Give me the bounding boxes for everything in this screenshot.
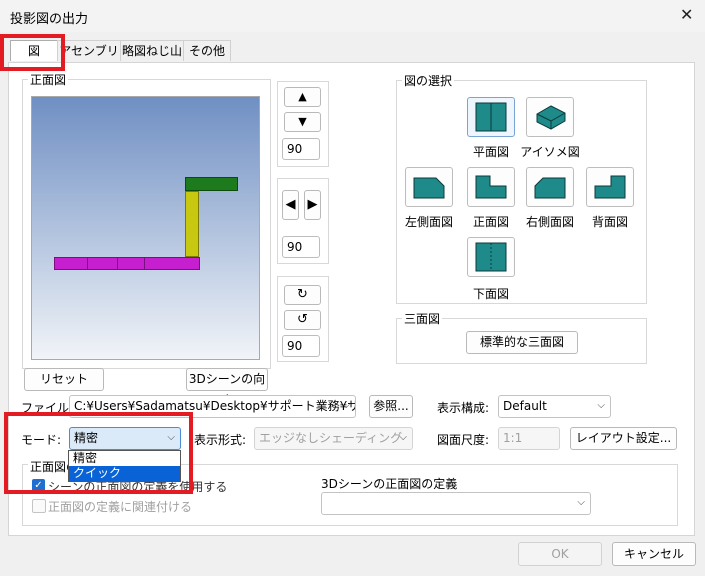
left-view-icon: [413, 177, 445, 199]
scale-input[interactable]: 1:1: [498, 427, 560, 450]
file-value: C:¥Users¥Sadamatsu¥Desktop¥サポート業務¥サンプル: [74, 399, 355, 413]
reset-button[interactable]: リセット: [24, 368, 104, 391]
layout-settings-button[interactable]: レイアウト設定...: [570, 427, 677, 450]
associate-def-checkbox[interactable]: [32, 499, 46, 513]
rotate-down-icon[interactable]: ▼: [284, 112, 321, 132]
yellow-part: [185, 191, 199, 257]
display-config-combo[interactable]: Default ⌵: [498, 395, 611, 418]
iso-view-button[interactable]: [526, 97, 574, 137]
green-part: [185, 177, 238, 191]
highlight-box-tab: [0, 34, 65, 71]
magenta-divider: [144, 257, 145, 270]
spin-rotate-input[interactable]: 90: [282, 335, 320, 357]
chevron-down-icon: ⌵: [342, 400, 350, 411]
title-bar: [0, 0, 705, 32]
back-view-icon: [594, 175, 626, 199]
scene-direction-button[interactable]: 3Dシーンの向き: [186, 368, 268, 407]
view-select-label: 図の選択: [402, 72, 455, 89]
iso-view-label: アイソメ図: [520, 145, 580, 159]
ok-button[interactable]: OK: [518, 542, 602, 566]
rotate-ccw-icon[interactable]: ↺: [284, 310, 321, 330]
tab-other[interactable]: その他: [183, 40, 231, 61]
top-view-icon: [475, 102, 507, 132]
front-view-label: 正面図: [28, 71, 69, 88]
right-view-button[interactable]: [526, 167, 574, 207]
scene-def-label: 3Dシーンの正面図の定義: [321, 477, 458, 491]
display-config-value: Default: [503, 399, 547, 413]
display-config-label: 表示構成:: [437, 401, 490, 415]
chevron-down-icon: ⌵: [399, 432, 407, 443]
iso-view-icon: [536, 105, 566, 130]
associate-def-label: 正面図の定義に関連付ける: [48, 500, 193, 514]
top-view-button[interactable]: [467, 97, 515, 137]
cancel-button[interactable]: キャンセル: [612, 542, 696, 566]
display-format-label: 表示形式:: [194, 433, 247, 447]
scale-label: 図面尺度:: [437, 433, 490, 447]
bottom-view-icon: [475, 242, 507, 272]
window-title: 投影図の出力: [10, 12, 89, 27]
magenta-divider: [87, 257, 88, 270]
scene-def-combo[interactable]: ⌵: [321, 492, 591, 515]
display-format-combo[interactable]: エッジなしシェーディング ⌵: [254, 427, 413, 450]
chevron-down-icon: ⌵: [577, 497, 585, 508]
rotate-left-icon[interactable]: ◀: [282, 190, 299, 220]
front-view-icon: [475, 175, 507, 199]
magenta-divider: [117, 257, 118, 270]
close-icon[interactable]: ✕: [680, 5, 693, 24]
horizontal-rotate-input[interactable]: 90: [282, 236, 320, 258]
tab-thread[interactable]: 略図ねじ山: [120, 40, 184, 61]
right-view-icon: [534, 177, 566, 199]
left-view-button[interactable]: [405, 167, 453, 207]
back-view-label: 背面図: [591, 215, 628, 229]
front-view-button[interactable]: [467, 167, 515, 207]
preview-canvas: [31, 96, 260, 360]
three-view-label: 三面図: [402, 310, 443, 327]
standard-three-view-button[interactable]: 標準的な三面図: [466, 331, 578, 354]
rotate-cw-icon[interactable]: ↻: [284, 285, 321, 305]
bottom-view-label: 下面図: [472, 287, 509, 301]
vertical-rotate-input[interactable]: 90: [282, 138, 320, 160]
display-format-value: エッジなしシェーディング: [259, 431, 403, 445]
bottom-view-button[interactable]: [467, 237, 515, 277]
magenta-part: [54, 257, 200, 270]
rotate-right-icon[interactable]: ▶: [304, 190, 321, 220]
rotate-up-icon[interactable]: ▲: [284, 87, 321, 107]
left-view-label: 左側面図: [404, 215, 453, 229]
highlight-box-mode: [4, 412, 193, 494]
chevron-down-icon: ⌵: [597, 400, 605, 411]
back-view-button[interactable]: [586, 167, 634, 207]
browse-button[interactable]: 参照...: [369, 395, 413, 418]
tab-assembly[interactable]: アセンブリ: [57, 40, 121, 61]
